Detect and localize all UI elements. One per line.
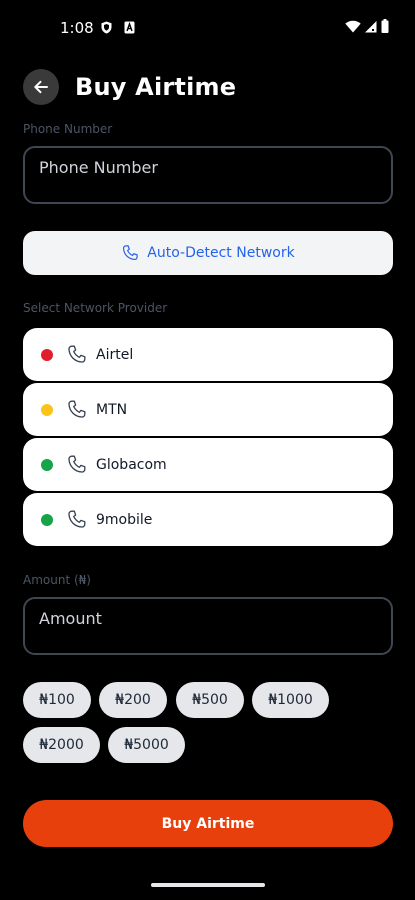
a-icon — [124, 21, 135, 34]
network-color-dot — [41, 403, 53, 416]
network-name: MTN — [96, 401, 128, 418]
amount-label: Amount (₦) — [23, 573, 91, 587]
status-time: 1:08 — [60, 19, 94, 37]
amount-chip-200[interactable]: ₦200 — [99, 682, 167, 718]
amount-chip-2000[interactable]: ₦2000 — [23, 727, 100, 763]
header: Buy Airtime — [23, 68, 236, 106]
home-indicator — [151, 883, 265, 887]
network-color-dot — [41, 458, 53, 471]
wifi-icon — [345, 20, 361, 32]
phone-icon — [123, 245, 139, 261]
auto-detect-label: Auto-Detect Network — [147, 245, 295, 261]
amount-chip-1000[interactable]: ₦1000 — [252, 682, 329, 718]
phone-icon — [66, 344, 88, 366]
network-option-globacom[interactable]: Globacom — [23, 438, 393, 491]
battery-icon — [381, 19, 389, 33]
network-option-mtn[interactable]: MTN — [23, 383, 393, 436]
network-option-9mobile[interactable]: 9mobile — [23, 493, 393, 546]
amount-chip-500[interactable]: ₦500 — [176, 682, 244, 718]
network-color-dot — [41, 513, 53, 526]
buy-airtime-button[interactable]: Buy Airtime — [23, 800, 393, 847]
amount-input[interactable] — [23, 597, 393, 655]
phone-icon — [66, 509, 88, 531]
network-provider-label: Select Network Provider — [23, 301, 168, 315]
network-name: Globacom — [96, 456, 167, 473]
page-title: Buy Airtime — [75, 73, 237, 101]
signal-icon — [365, 20, 377, 32]
amount-chip-5000[interactable]: ₦5000 — [108, 727, 185, 763]
status-bar: 1:08 — [0, 0, 415, 56]
auto-detect-network-button[interactable]: Auto-Detect Network — [23, 231, 393, 275]
phone-number-label: Phone Number — [23, 122, 113, 136]
network-name: 9mobile — [96, 511, 153, 528]
shield-icon — [101, 21, 112, 34]
network-option-airtel[interactable]: Airtel — [23, 328, 393, 381]
phone-icon — [66, 399, 88, 421]
status-right-icons — [345, 19, 389, 33]
phone-number-input[interactable] — [23, 146, 393, 204]
network-color-dot — [41, 348, 53, 361]
network-provider-list: Airtel MTN Globacom 9mobile — [23, 328, 393, 548]
amount-chip-100[interactable]: ₦100 — [23, 682, 91, 718]
phone-icon — [66, 454, 88, 476]
back-button[interactable] — [23, 69, 59, 105]
arrow-left-icon — [34, 80, 48, 94]
network-name: Airtel — [96, 346, 134, 363]
